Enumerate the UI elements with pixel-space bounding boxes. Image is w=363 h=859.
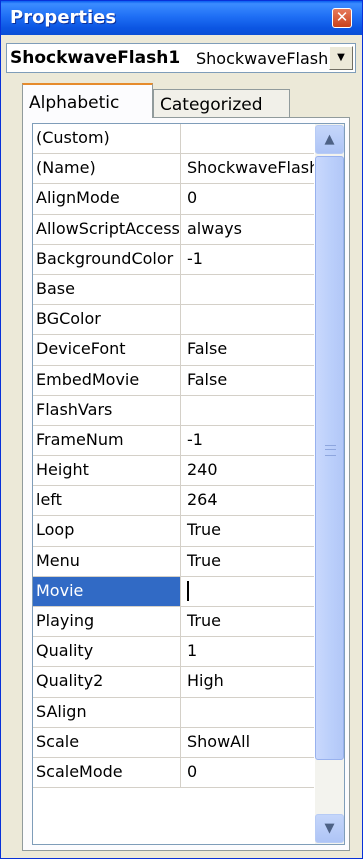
property-name[interactable]: AlignMode	[33, 184, 181, 214]
property-value[interactable]: High	[182, 667, 314, 696]
property-name[interactable]: EmbedMovie	[33, 365, 181, 395]
property-value[interactable]	[182, 305, 314, 334]
property-name[interactable]: Quality2	[33, 667, 181, 697]
property-value[interactable]	[182, 124, 314, 153]
property-value[interactable]	[182, 698, 314, 727]
property-value[interactable]: 264	[182, 486, 314, 515]
property-name[interactable]: Loop	[33, 516, 181, 546]
property-row[interactable]: Base	[33, 274, 314, 306]
property-name[interactable]: (Name)	[33, 154, 181, 184]
property-name[interactable]: Menu	[33, 546, 181, 576]
property-name[interactable]: ScaleMode	[33, 757, 181, 788]
property-row[interactable]: Menu True	[33, 546, 314, 577]
property-row[interactable]: EmbedMovie False	[33, 365, 314, 396]
close-icon: ✕	[335, 8, 349, 26]
property-value[interactable]	[182, 577, 314, 606]
property-row[interactable]: Scale ShowAll	[33, 727, 314, 758]
property-row[interactable]: Movie	[33, 576, 314, 607]
property-row[interactable]: ScaleMode 0	[33, 757, 314, 789]
property-value[interactable]: -1	[182, 245, 314, 274]
property-name[interactable]: Base	[33, 274, 181, 305]
title-bar[interactable]: Properties ✕	[1, 1, 362, 35]
property-row[interactable]: (Custom)	[33, 124, 314, 155]
property-value[interactable]: True	[182, 516, 314, 545]
property-name[interactable]: Quality	[33, 637, 181, 667]
scroll-down-arrow-icon: ▼	[324, 821, 335, 836]
scroll-down-button[interactable]: ▼	[315, 814, 344, 843]
property-name[interactable]: Movie	[33, 576, 181, 606]
property-name[interactable]: left	[33, 486, 181, 516]
property-row[interactable]: AllowScriptAccess always	[33, 214, 314, 245]
property-name[interactable]: (Custom)	[33, 124, 181, 154]
property-row[interactable]: Quality2 High	[33, 667, 314, 698]
property-row[interactable]: BackgroundColor -1	[33, 244, 314, 275]
properties-window: Properties ✕ ShockwaveFlash1 ShockwaveFl…	[0, 0, 363, 859]
property-name[interactable]: FlashVars	[33, 395, 181, 425]
property-value[interactable]: -1	[182, 426, 314, 455]
property-value[interactable]: 1	[182, 637, 314, 666]
scroll-up-button[interactable]: ▲	[315, 125, 344, 154]
scroll-grip-icon	[325, 445, 336, 456]
property-value[interactable]: False	[182, 335, 314, 364]
object-name: ShockwaveFlash1	[10, 48, 181, 68]
chevron-down-icon: ▼	[337, 52, 345, 63]
property-row[interactable]: FrameNum -1	[33, 425, 314, 457]
property-name[interactable]: Scale	[33, 727, 181, 757]
close-button[interactable]: ✕	[332, 8, 352, 28]
property-value[interactable]: False	[182, 366, 314, 395]
tab-alphabetic[interactable]: Alphabetic	[22, 83, 153, 118]
property-grid: (Custom)(Name)ShockwaveFlash1AlignMode0A…	[32, 123, 345, 845]
property-value[interactable]	[182, 396, 314, 425]
property-name[interactable]: SAlign	[33, 697, 181, 727]
property-name[interactable]: Playing	[33, 607, 181, 637]
object-selector[interactable]: ShockwaveFlash1 ShockwaveFlash ▼	[6, 43, 356, 73]
property-value[interactable]: ShowAll	[182, 728, 314, 757]
property-row[interactable]: (Name)ShockwaveFlash1	[33, 154, 314, 185]
property-row[interactable]: BGColor	[33, 305, 314, 336]
scroll-up-arrow-icon: ▲	[324, 132, 335, 147]
vertical-scrollbar[interactable]: ▲ ▼	[315, 124, 344, 844]
object-type: ShockwaveFlash	[196, 49, 329, 68]
property-name[interactable]: BGColor	[33, 305, 181, 335]
scroll-thumb[interactable]	[315, 156, 344, 760]
property-row[interactable]: Playing True	[33, 607, 314, 638]
text-caret	[187, 580, 189, 601]
property-name[interactable]: Height	[33, 456, 181, 486]
property-value[interactable]: True	[182, 607, 314, 636]
property-name[interactable]: FrameNum	[33, 425, 181, 456]
property-value[interactable]: always	[182, 215, 314, 244]
property-row[interactable]: DeviceFont False	[33, 335, 314, 366]
property-row[interactable]: SAlign	[33, 697, 314, 728]
property-value[interactable]: ShockwaveFlash1	[182, 154, 314, 183]
property-value[interactable]: 0	[182, 184, 314, 213]
property-name[interactable]: AllowScriptAccess	[33, 214, 181, 244]
property-row[interactable]: FlashVars	[33, 395, 314, 426]
object-dropdown-button[interactable]: ▼	[329, 46, 353, 70]
property-row[interactable]: Height 240	[33, 456, 314, 487]
property-name[interactable]: BackgroundColor	[33, 244, 181, 274]
property-row[interactable]: Quality 1	[33, 637, 314, 668]
property-row[interactable]: AlignMode 0	[33, 184, 314, 215]
property-value[interactable]: 240	[182, 456, 314, 485]
property-name[interactable]: DeviceFont	[33, 335, 181, 365]
property-row[interactable]: left 264	[33, 486, 314, 517]
property-value[interactable]: True	[182, 547, 314, 576]
property-value[interactable]	[182, 275, 314, 304]
window-title: Properties	[10, 7, 117, 28]
property-list: (Custom)(Name)ShockwaveFlash1AlignMode0A…	[33, 124, 314, 789]
property-row[interactable]: Loop True	[33, 516, 314, 547]
property-value[interactable]: 0	[182, 758, 314, 787]
